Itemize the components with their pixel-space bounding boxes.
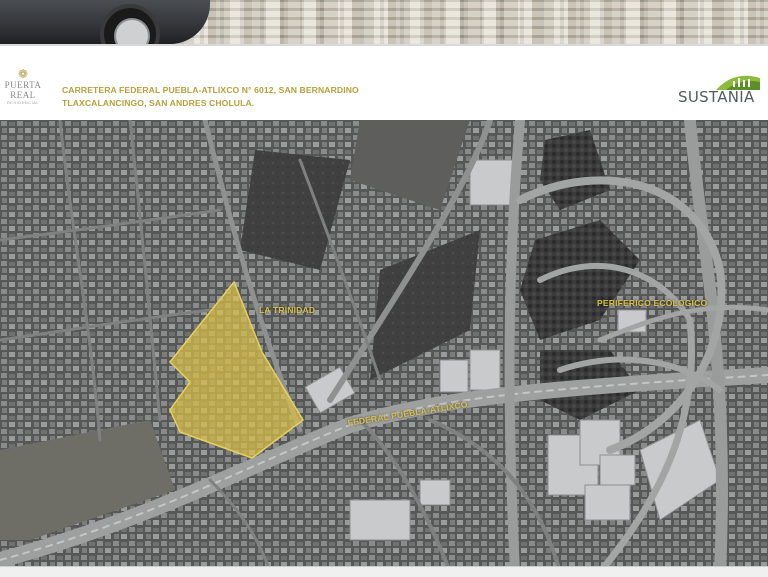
- address-text: CARRETERA FEDERAL PUEBLA-ATLIXCO N° 6012…: [62, 84, 359, 110]
- top-photo-strip: [0, 0, 768, 44]
- flower-icon: ❁: [17, 67, 29, 81]
- puerta-real-logo: ❁ PUERTA REAL RESIDENCIAL: [2, 68, 44, 105]
- label-la-trinidad: LA TRINIDAD: [259, 305, 316, 315]
- logo-subline: RESIDENCIAL: [6, 100, 40, 105]
- header-bar: ❁ PUERTA REAL RESIDENCIAL CARRETERA FEDE…: [0, 44, 768, 122]
- hill-icon: [716, 75, 760, 90]
- address-line-2: TLAXCALANCINGO, SAN ANDRES CHOLULA.: [62, 98, 255, 108]
- label-periferico: PERIFERICO ECOLOGICO: [597, 298, 708, 308]
- sustania-wordmark: SUSTANIA: [678, 88, 755, 106]
- sustania-logo: SUSTANIA: [676, 68, 762, 112]
- logo-line2: REAL: [10, 90, 36, 100]
- bottom-border: [0, 566, 768, 577]
- logo-line1: PUERTA: [4, 80, 42, 90]
- aerial-photo: [0, 120, 768, 572]
- aerial-map: LA TRINIDAD PERIFERICO ECOLOGICO FEDERAL…: [0, 120, 768, 572]
- address-line-1: CARRETERA FEDERAL PUEBLA-ATLIXCO N° 6012…: [62, 85, 359, 95]
